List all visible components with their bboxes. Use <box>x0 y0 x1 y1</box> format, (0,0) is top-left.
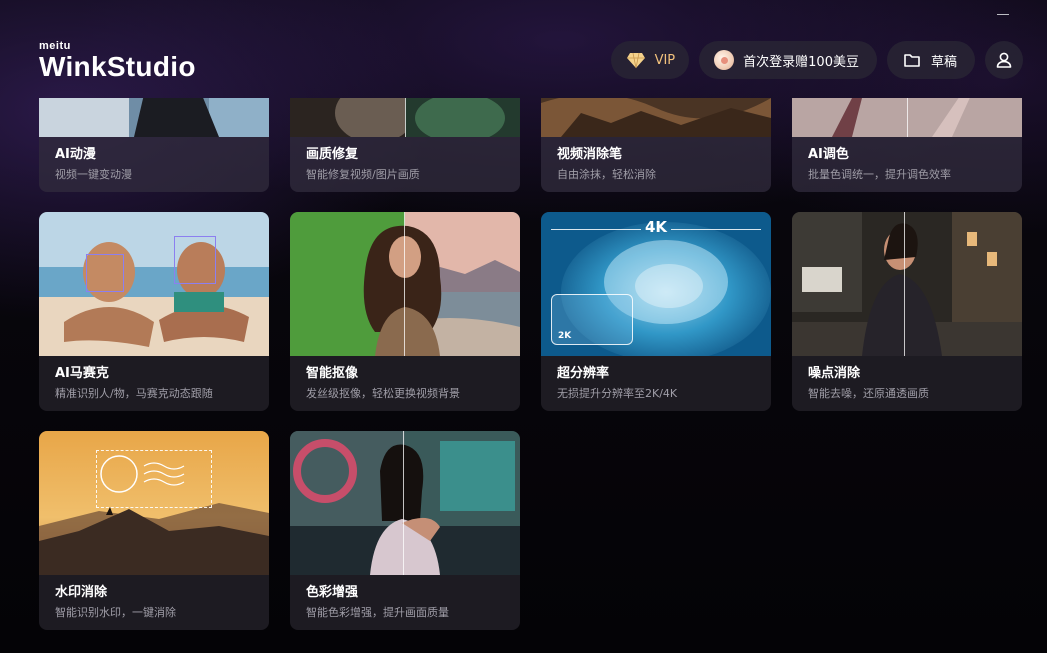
tool-title: 智能抠像 <box>306 366 359 381</box>
ai-mosaic-thumbnail <box>39 212 269 356</box>
vip-label: VIP <box>654 52 676 68</box>
tool-card-video-eraser[interactable]: 视频消除笔 自由涂抹，轻松消除 <box>541 98 771 192</box>
face-detection-box <box>86 254 124 292</box>
tool-desc: 智能去噪，还原通透画质 <box>808 387 929 400</box>
tool-card-smart-cutout[interactable]: 智能抠像 发丝级抠像，轻松更换视频背景 <box>290 212 520 411</box>
promo-label: 首次登录赠100美豆 <box>743 54 859 70</box>
watermark-selection-box <box>96 450 212 508</box>
user-icon <box>993 49 1015 71</box>
tool-desc: 自由涂抹，轻松消除 <box>557 168 656 181</box>
tool-title: 超分辨率 <box>557 366 610 381</box>
tool-desc: 批量色调统一，提升调色效率 <box>808 168 951 181</box>
video-eraser-thumbnail <box>541 98 771 137</box>
tool-card-color-enhance[interactable]: 色彩增强 智能色彩增强，提升画面质量 <box>290 431 520 630</box>
tool-title: 水印消除 <box>55 585 108 600</box>
4k-label: 4K <box>644 218 668 236</box>
tool-desc: 精准识别人/物，马赛克动态跟随 <box>55 387 213 400</box>
watermark-removal-thumbnail <box>39 431 269 575</box>
denoise-thumbnail <box>792 212 1022 356</box>
tool-title: AI马赛克 <box>55 366 109 381</box>
tool-title: 画质修复 <box>306 147 359 162</box>
minimize-window-button[interactable] <box>997 6 1009 20</box>
tool-title: AI动漫 <box>55 147 96 162</box>
tool-card-super-resolution[interactable]: 4K 2K 超分辨率 无损提升分辨率至2K/4K <box>541 212 771 411</box>
tool-card-quality-repair[interactable]: 画质修复 智能修复视频/图片画质 <box>290 98 520 192</box>
user-profile-button[interactable] <box>985 41 1023 79</box>
tool-title: 色彩增强 <box>306 585 359 600</box>
tool-card-ai-color-grading[interactable]: AI调色 批量色调统一，提升调色效率 <box>792 98 1022 192</box>
tool-title: AI调色 <box>808 147 849 162</box>
color-enhance-thumbnail <box>290 431 520 575</box>
header-actions: VIP 首次登录赠100美豆 草稿 <box>610 41 1023 79</box>
tool-card-watermark-removal[interactable]: 水印消除 智能识别水印，一键消除 <box>39 431 269 630</box>
tool-card-ai-anime[interactable]: AI动漫 视频一键变动漫 <box>39 98 269 192</box>
smart-cutout-thumbnail <box>290 212 520 356</box>
promo-button[interactable]: 首次登录赠100美豆 <box>699 41 877 79</box>
folder-icon <box>901 49 923 71</box>
tool-title: 噪点消除 <box>808 366 861 381</box>
2k-preview-box: 2K <box>551 294 633 345</box>
tool-desc: 发丝级抠像，轻松更换视频背景 <box>306 387 460 400</box>
super-resolution-thumbnail: 4K 2K <box>541 212 771 356</box>
tool-title: 视频消除笔 <box>557 147 623 162</box>
app-logo: meitu WinkStudio <box>39 40 196 81</box>
vip-button[interactable]: VIP <box>610 41 690 79</box>
tool-desc: 无损提升分辨率至2K/4K <box>557 387 678 400</box>
tools-grid: AI动漫 视频一键变动漫 画质修复 智能修复视频/图片画质 视频消除笔 自由涂抹… <box>0 98 1047 653</box>
meidou-coin-icon <box>713 49 735 71</box>
tool-card-ai-mosaic[interactable]: AI马赛克 精准识别人/物，马赛克动态跟随 <box>39 212 269 411</box>
ai-anime-thumbnail <box>39 98 269 137</box>
2k-label: 2K <box>558 331 572 341</box>
tool-desc: 智能修复视频/图片画质 <box>306 168 420 181</box>
tool-desc: 智能识别水印，一键消除 <box>55 606 176 619</box>
face-detection-box <box>174 236 216 284</box>
drafts-label: 草稿 <box>930 54 957 70</box>
ai-color-grading-thumbnail <box>792 98 1022 137</box>
logo-winkstudio: WinkStudio <box>39 51 196 82</box>
drafts-button[interactable]: 草稿 <box>886 41 975 79</box>
tool-card-denoise[interactable]: 噪点消除 智能去噪，还原通透画质 <box>792 212 1022 411</box>
diamond-icon <box>625 49 647 71</box>
tool-desc: 视频一键变动漫 <box>55 168 132 181</box>
quality-repair-thumbnail <box>290 98 520 137</box>
tool-desc: 智能色彩增强，提升画面质量 <box>306 606 449 619</box>
